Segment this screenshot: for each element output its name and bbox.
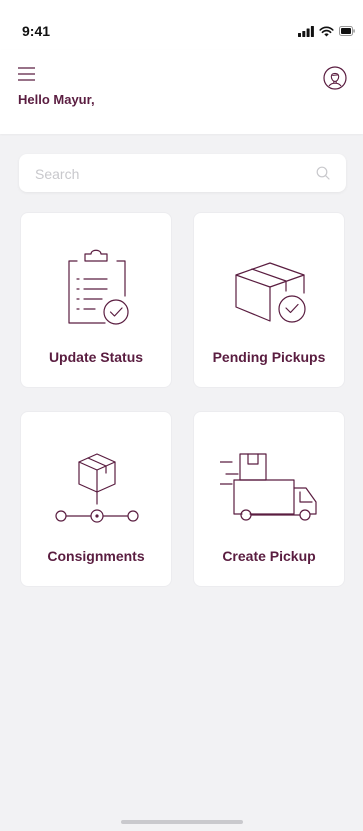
create-pickup-card[interactable]: Create Pickup: [193, 411, 345, 587]
box-clock-icon: [235, 262, 306, 323]
menu-button[interactable]: [18, 66, 38, 82]
hamburger-menu-icon: [18, 67, 35, 81]
search-input[interactable]: [33, 154, 307, 194]
greeting-text: Hello Mayur,: [18, 92, 95, 107]
wifi-icon: [319, 26, 334, 36]
profile-button[interactable]: [323, 66, 347, 90]
search-icon[interactable]: [316, 166, 330, 180]
create-pickup-label: Create Pickup: [222, 548, 316, 564]
box-route-icon: [55, 453, 139, 523]
status-time: 9:41: [22, 23, 51, 39]
pending-pickups-card[interactable]: Pending Pickups: [193, 212, 345, 388]
battery-icon: [339, 26, 355, 36]
status-icons: [298, 24, 355, 38]
update-status-label: Update Status: [48, 349, 144, 365]
status-bar: 9:41: [0, 0, 363, 50]
home-indicator: [121, 820, 243, 824]
clipboard-check-icon: [68, 249, 129, 325]
consignments-card[interactable]: Consignments: [20, 411, 172, 587]
consignments-label: Consignments: [47, 548, 145, 564]
pending-pickups-label: Pending Pickups: [212, 349, 326, 365]
app-header: Hello Mayur,: [0, 50, 363, 134]
update-status-card[interactable]: Update Status: [20, 212, 172, 388]
delivery-truck-icon: [220, 453, 317, 521]
signal-icon: [298, 25, 314, 37]
search-bar: [19, 154, 346, 194]
user-avatar-icon: [323, 66, 347, 90]
